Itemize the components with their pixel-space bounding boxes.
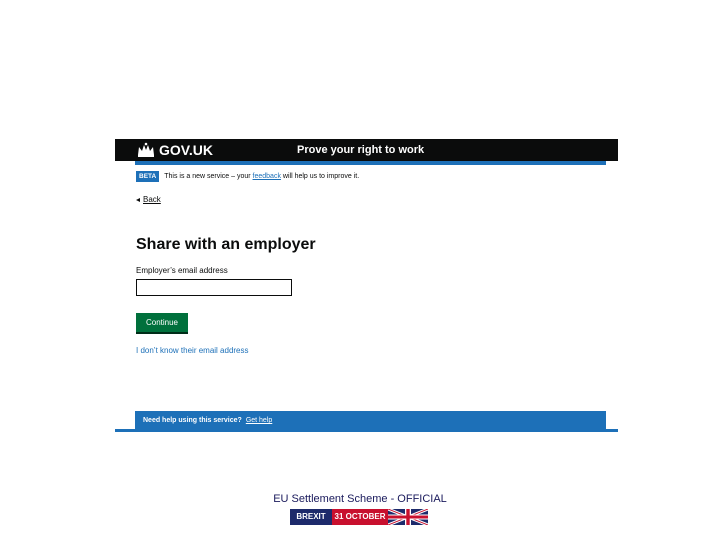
beta-tag: BETA xyxy=(136,171,160,182)
footer-bottom-line xyxy=(115,429,618,432)
phase-text-before: This is a new service – your xyxy=(164,173,253,180)
back-link[interactable]: Back xyxy=(136,195,161,205)
govuk-header: GOV.UK Prove your right to work xyxy=(115,139,618,161)
get-help-link[interactable]: Get help xyxy=(246,417,272,424)
email-field[interactable] xyxy=(136,279,292,296)
service-name[interactable]: Prove your right to work xyxy=(297,143,424,157)
govuk-logo-link[interactable]: GOV.UK xyxy=(159,141,213,159)
phase-text-after: will help us to improve it. xyxy=(280,173,360,180)
email-field-label: Employer’s email address xyxy=(136,266,228,275)
continue-button[interactable]: Continue xyxy=(136,313,188,332)
back-arrow-icon xyxy=(136,198,140,202)
unknown-email-link[interactable]: I don’t know their email address xyxy=(136,346,249,356)
back-link-label: Back xyxy=(143,195,161,204)
help-text: Need help using this service? xyxy=(143,417,242,424)
union-flag-icon xyxy=(388,509,428,525)
help-text-row: Need help using this service? Get help xyxy=(143,416,272,426)
badge-left-text: BREXIT xyxy=(290,509,332,525)
help-footer: Need help using this service? Get help xyxy=(135,411,606,431)
brexit-badge: BREXIT 31 OCTOBER xyxy=(290,509,428,525)
header-blue-bar xyxy=(135,161,606,165)
badge-right-text: 31 OCTOBER xyxy=(332,509,388,525)
slide-caption: EU Settlement Scheme - OFFICIAL xyxy=(273,493,447,505)
phase-banner: BETA This is a new service – your feedbac… xyxy=(136,171,359,182)
crown-icon xyxy=(138,142,154,157)
feedback-link[interactable]: feedback xyxy=(253,173,281,180)
page-title: Share with an employer xyxy=(136,236,316,253)
screenshot-frame: GOV.UK Prove your right to work BETA This… xyxy=(115,139,618,432)
